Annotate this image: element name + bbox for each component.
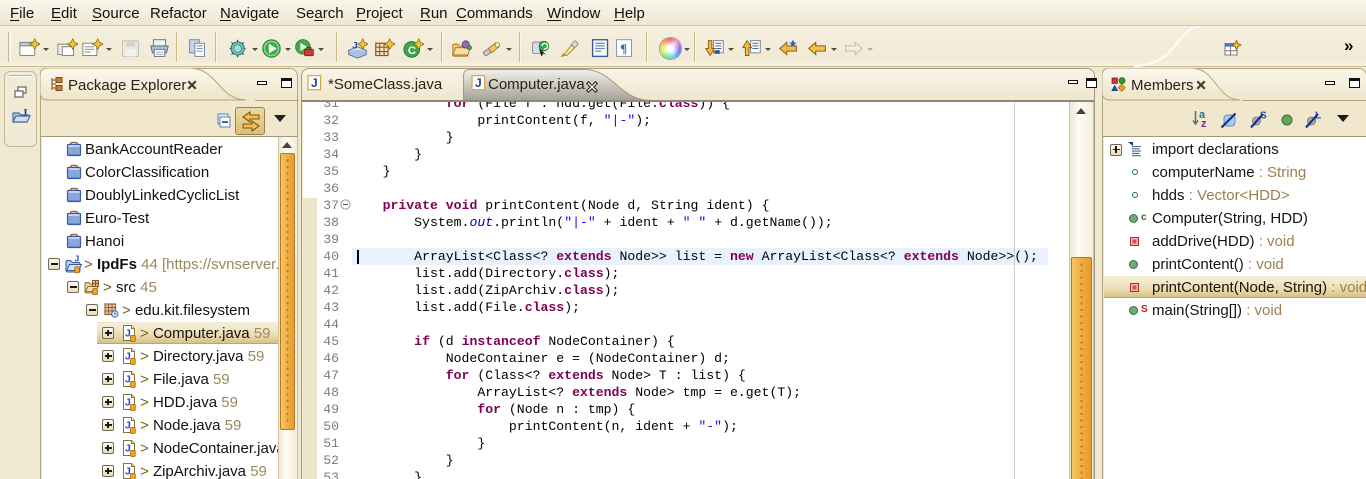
svg-text:J: J xyxy=(311,76,318,90)
svg-text:J: J xyxy=(75,255,80,264)
svg-text:J: J xyxy=(22,107,28,119)
svg-text:J: J xyxy=(352,41,357,52)
svg-text:J: J xyxy=(475,76,482,90)
svg-text:J: J xyxy=(125,465,131,477)
svg-text:¶: ¶ xyxy=(620,41,627,56)
svg-text:J: J xyxy=(125,442,131,454)
svg-text:J: J xyxy=(125,419,131,431)
svg-text:C: C xyxy=(408,45,416,57)
svg-text:J: J xyxy=(125,327,131,339)
svg-text:J: J xyxy=(125,373,131,385)
svg-text:J: J xyxy=(125,350,131,362)
svg-text:z: z xyxy=(1201,118,1207,129)
svg-text:J: J xyxy=(125,396,131,408)
